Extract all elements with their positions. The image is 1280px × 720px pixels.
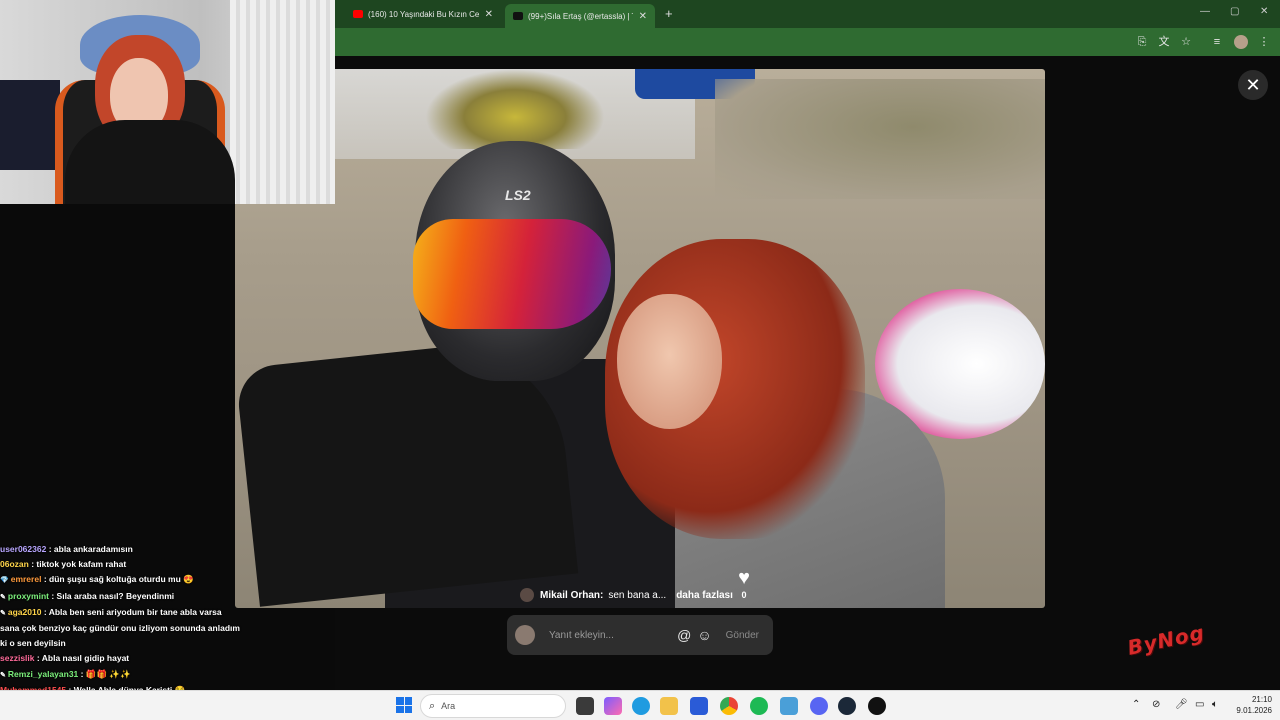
chat-message: ✎ proxymint : Sıla araba nasıl? Beyendinm…: [0, 589, 240, 605]
display-icon[interactable]: ▭: [1195, 699, 1204, 710]
chat-username: sezzislik: [0, 653, 35, 664]
helmet-logo: LS2: [505, 187, 531, 203]
comment-text: sen bana a...: [608, 589, 667, 601]
browser-toolbar: ⎘ 文 ☆ ≡ ⋮: [335, 28, 1280, 56]
chat-text: : tiktok yok kafam rahat: [31, 559, 127, 570]
photo-visor: [413, 219, 611, 329]
edge-icon[interactable]: [632, 697, 650, 715]
send-button[interactable]: Gönder: [726, 630, 759, 641]
profile-avatar[interactable]: [1234, 35, 1248, 49]
chat-text: : dün şuşu sağ koltuğa oturdu mu 😍: [43, 574, 194, 585]
more-link[interactable]: daha fazlası: [676, 590, 733, 601]
photo-hill: [715, 79, 1045, 199]
clock-date: 9.01.2026: [1236, 706, 1272, 715]
chevron-up-icon[interactable]: ⌃: [1132, 699, 1140, 710]
spotify-icon[interactable]: [750, 697, 768, 715]
browser-tab-bar: (160) 10 Yaşındaki Bu Kızın Ces ✕ (99+)S…: [335, 0, 1280, 28]
tab-tiktok[interactable]: (99+)Sıla Ertaş (@ertassla) | Tik ✕: [505, 4, 655, 28]
task-view-icon[interactable]: [576, 697, 594, 715]
microphone-icon[interactable]: 🎤︎: [1175, 699, 1188, 710]
discord-icon[interactable]: [810, 697, 828, 715]
cast-icon[interactable]: ⎘: [1135, 35, 1149, 49]
heart-icon: ♥: [738, 567, 750, 589]
chat-message: sezzislik : Abla nasıl gidip hayat: [0, 651, 240, 666]
tab-title: (99+)Sıla Ertaş (@ertassla) | Tik: [528, 11, 633, 21]
close-icon[interactable]: ✕: [639, 11, 647, 22]
clock-time: 21:10: [1251, 695, 1272, 704]
store-icon[interactable]: [690, 697, 708, 715]
chat-text: : abla ankaradamısın: [48, 544, 133, 554]
photo-plants: [425, 69, 605, 149]
user-avatar: [515, 625, 535, 645]
chat-message: 06ozan : tiktok yok kafam rahat: [0, 557, 240, 572]
window-close-icon[interactable]: ✕: [1260, 6, 1268, 17]
chat-username: emrerel: [10, 574, 42, 585]
badge-icon: ✎: [0, 593, 6, 601]
chat-username: Remzi_yalayan31: [7, 668, 79, 679]
chat-message: 💎 emrerel : dün şuşu sağ koltuğa oturdu m…: [0, 572, 240, 588]
stream-chat: user062362 : abla ankaradamısın 06ozan :…: [0, 542, 240, 698]
settings-gear-icon[interactable]: [780, 697, 798, 715]
file-explorer-icon[interactable]: [660, 697, 678, 715]
chrome-icon[interactable]: [720, 697, 738, 715]
chat-text: : 🎁🎁 ✨✨: [80, 668, 131, 679]
badge-icon: 💎: [0, 577, 9, 585]
tab-youtube[interactable]: (160) 10 Yaşındaki Bu Kızın Ces ✕: [345, 4, 501, 24]
screen: (160) 10 Yaşındaki Bu Kızın Ces ✕ (99+)S…: [0, 0, 1280, 720]
webcam-overlay: [0, 0, 335, 204]
taskbar-search[interactable]: ⌕ Ara: [420, 694, 566, 718]
chat-message: ✎ Remzi_yalayan31 : 🎁🎁 ✨✨: [0, 667, 240, 683]
webcam-body: [65, 120, 235, 204]
bookmark-star-icon[interactable]: ☆: [1179, 35, 1193, 49]
brand-text: ByNog: [1125, 620, 1207, 660]
photo-face: [617, 294, 722, 429]
chat-username: user062362: [0, 544, 47, 554]
volume-icon[interactable]: 🔈︎: [1212, 699, 1218, 710]
badge-icon: ✎: [0, 671, 6, 679]
search-icon: ⌕: [429, 699, 436, 712]
menu-icon[interactable]: ⋮: [1257, 35, 1271, 49]
mention-icon[interactable]: @: [677, 627, 691, 643]
close-icon[interactable]: ✕: [485, 9, 493, 20]
chat-message: ✎ aga2010 : Abla ben seni ariyodum bir ta…: [0, 605, 240, 652]
webcam-curtain: [230, 0, 335, 204]
like-button[interactable]: ♥ 0: [733, 568, 755, 600]
chat-text: : Sıla araba nasıl? Beyendinmi: [51, 590, 175, 601]
tiktok-icon: [513, 12, 523, 20]
steam-icon[interactable]: [838, 697, 856, 715]
chat-username: aga2010: [7, 606, 42, 617]
network-icon[interactable]: ⊘: [1152, 699, 1160, 710]
emoji-icon[interactable]: ☺: [697, 627, 711, 643]
chat-text: : Abla nasıl gidip hayat: [36, 653, 130, 664]
youtube-icon: [353, 10, 363, 18]
new-tab-button[interactable]: +: [665, 6, 673, 21]
minimize-icon[interactable]: —: [1200, 6, 1210, 17]
chat-username: proxymint: [7, 590, 49, 601]
chat-message: user062362 : abla ankaradamısın: [0, 542, 240, 557]
obs-icon[interactable]: [868, 697, 886, 715]
comment-preview[interactable]: Mikail Orhan: sen bana a... daha fazlası: [520, 588, 733, 602]
translate-icon[interactable]: 文: [1157, 35, 1171, 49]
reply-input[interactable]: [549, 629, 672, 641]
like-count: 0: [741, 590, 747, 600]
reply-bar: @ ☺ Gönder: [507, 615, 773, 655]
taskbar: ⌕ Ara ⌃ ⊘ 🎤︎ ▭ 🔈︎ 21:10 9.01.2026: [0, 690, 1280, 720]
copilot-icon[interactable]: [604, 697, 622, 715]
tab-title: (160) 10 Yaşındaki Bu Kızın Ces: [368, 9, 479, 19]
media-icon[interactable]: ≡: [1210, 35, 1224, 49]
badge-icon: ✎: [0, 609, 6, 617]
windows-start-icon[interactable]: [396, 697, 412, 713]
webcam-monitor: [0, 80, 60, 170]
chat-username: 06ozan: [0, 559, 29, 570]
commenter-avatar: [520, 588, 534, 602]
comment-author: Mikail Orhan:: [540, 589, 604, 601]
search-placeholder: Ara: [441, 701, 456, 711]
post-photo[interactable]: LS2: [235, 69, 1045, 608]
system-clock[interactable]: 21:10 9.01.2026: [1230, 694, 1272, 716]
stream-logo: ByNog: [1105, 620, 1225, 696]
close-viewer-button[interactable]: ✕: [1238, 70, 1268, 100]
maximize-icon[interactable]: ▢: [1230, 6, 1239, 17]
